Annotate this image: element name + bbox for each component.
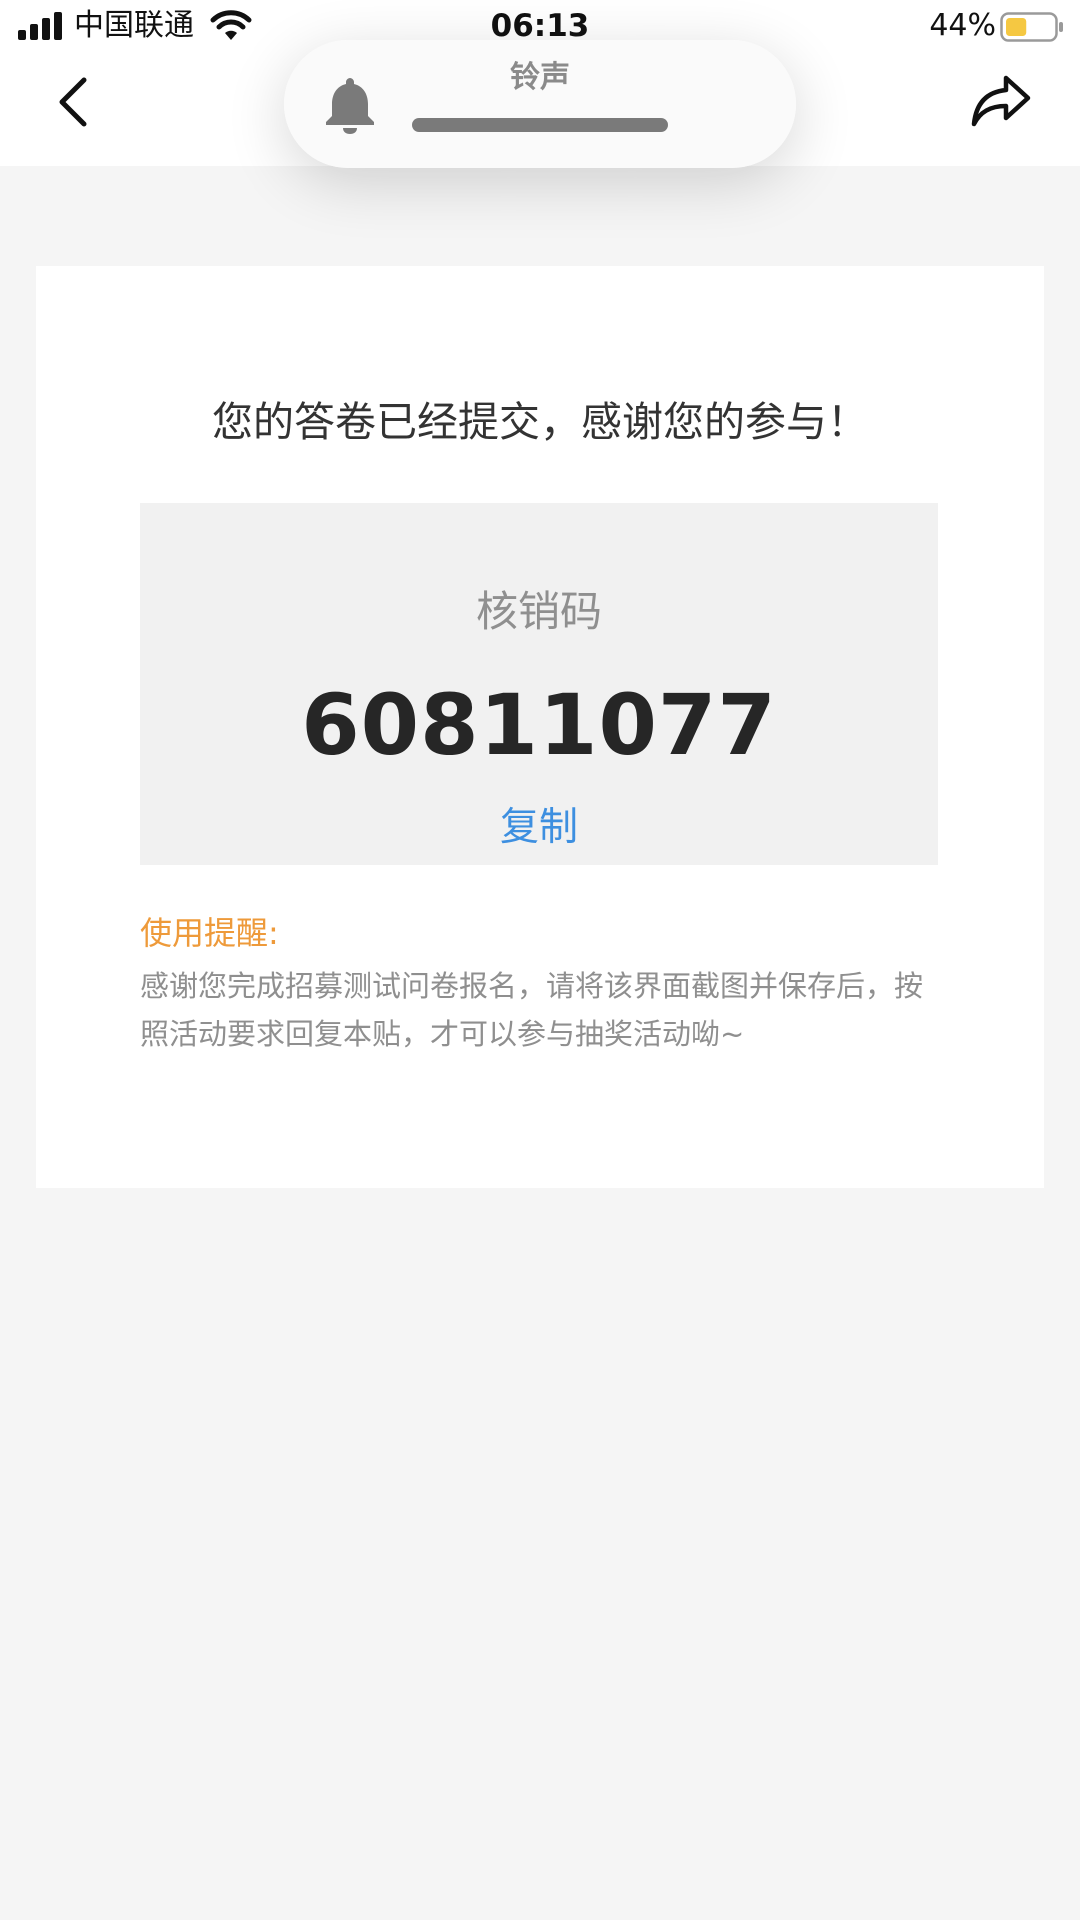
result-card: 您的答卷已经提交，感谢您的参与！ 核销码 60811077 复制 使用提醒: 感… [36, 266, 1044, 1188]
ringer-hud: 铃声 [284, 40, 796, 168]
share-arrow-icon[interactable] [970, 72, 1032, 130]
copy-button[interactable]: 复制 [489, 801, 589, 855]
ringer-label: 铃声 [510, 60, 570, 95]
code-label: 核销码 [475, 587, 602, 636]
screen: 中国联通 06:13 44% 铃声 您的答卷已经提交，感谢您的参与！ 核销码 6… [0, 0, 1080, 1920]
battery-percent: 44% [929, 8, 996, 43]
reminder-title: 使用提醒: [140, 914, 279, 952]
back-icon[interactable] [48, 72, 96, 132]
battery-icon [1000, 12, 1063, 42]
reminder-body: 感谢您完成招募测试问卷报名，请将该界面截图并保存后，按照活动要求回复本贴，才可以… [140, 969, 924, 1051]
ringer-volume-bar [412, 118, 668, 132]
verification-code-box: 核销码 60811077 复制 [140, 503, 938, 865]
success-message: 您的答卷已经提交，感谢您的参与！ [212, 398, 868, 446]
verification-code: 60811077 [301, 676, 777, 774]
